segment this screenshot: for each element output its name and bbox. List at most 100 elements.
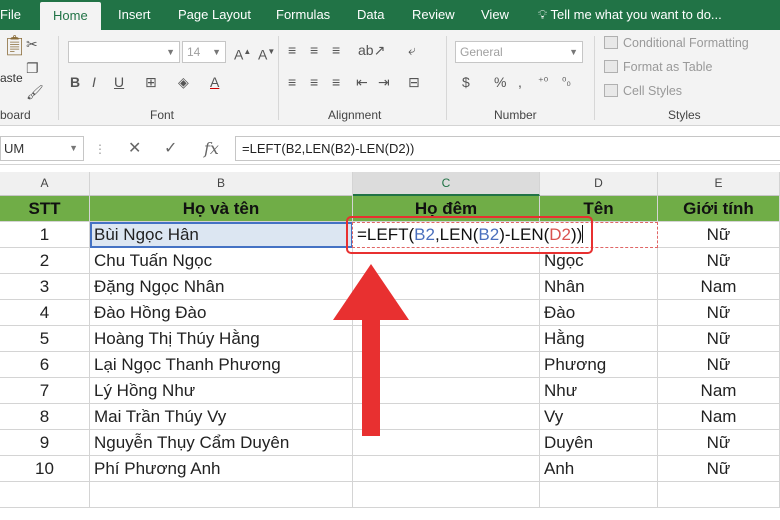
- cell-stt[interactable]: 5: [0, 326, 90, 352]
- enter-icon[interactable]: ✓: [164, 140, 177, 158]
- cell-ten[interactable]: Nhân: [540, 274, 658, 300]
- cell-ho-va-ten[interactable]: Đặng Ngọc Nhân: [90, 274, 353, 300]
- cell-gioi-tinh[interactable]: Nữ: [658, 352, 780, 378]
- insert-function-icon[interactable]: fx: [204, 140, 219, 158]
- merge-center-icon[interactable]: ⊟: [408, 74, 420, 90]
- decrease-indent-icon[interactable]: ⇤: [356, 74, 368, 90]
- align-middle-icon[interactable]: ≡: [310, 42, 318, 58]
- font-color-icon[interactable]: A: [210, 74, 219, 90]
- column-header-a[interactable]: A: [0, 172, 90, 196]
- cell-ten[interactable]: Anh: [540, 456, 658, 482]
- column-header-d[interactable]: D: [540, 172, 658, 196]
- cell-stt[interactable]: 9: [0, 430, 90, 456]
- percent-icon[interactable]: %: [494, 74, 506, 90]
- format-painter-icon[interactable]: 🖌︎: [26, 84, 44, 100]
- paste-icon[interactable]: 📋︎: [2, 36, 27, 56]
- cell-ho-va-ten[interactable]: Mai Trần Thúy Vy: [90, 404, 353, 430]
- cell-stt[interactable]: 2: [0, 248, 90, 274]
- align-right-icon[interactable]: ≡: [332, 74, 340, 90]
- cell-stt[interactable]: 7: [0, 378, 90, 404]
- cell-ho-dem[interactable]: [353, 456, 540, 482]
- column-header-b[interactable]: B: [90, 172, 353, 196]
- column-header-c[interactable]: C: [353, 172, 540, 196]
- borders-icon[interactable]: ⊞: [145, 74, 157, 90]
- cut-icon[interactable]: ✂: [26, 36, 38, 52]
- cell-ten[interactable]: Đào: [540, 300, 658, 326]
- cell-ten[interactable]: Hằng: [540, 326, 658, 352]
- cell-gioi-tinh[interactable]: Nữ: [658, 430, 780, 456]
- cell-ho-va-ten[interactable]: Phí Phương Anh: [90, 456, 353, 482]
- empty-cell[interactable]: [540, 482, 658, 508]
- empty-cell[interactable]: [0, 482, 90, 508]
- align-center-icon[interactable]: ≡: [310, 74, 318, 90]
- cell-ho-va-ten[interactable]: Đào Hồng Đào: [90, 300, 353, 326]
- currency-icon[interactable]: $: [462, 74, 470, 90]
- wrap-text-icon[interactable]: ⤶: [408, 42, 416, 58]
- shrink-font-icon[interactable]: A▼: [258, 44, 275, 63]
- cell-ho-va-ten[interactable]: Lý Hồng Như: [90, 378, 353, 404]
- cell-gioi-tinh[interactable]: Nam: [658, 404, 780, 430]
- cell-gioi-tinh[interactable]: Nữ: [658, 222, 780, 248]
- decrease-decimal-icon[interactable]: ⁰₀: [562, 74, 571, 90]
- align-left-icon[interactable]: ≡: [288, 74, 296, 90]
- tab-review[interactable]: Review: [412, 0, 455, 30]
- cell-ho-va-ten[interactable]: Nguyễn Thụy Cẩm Duyên: [90, 430, 353, 456]
- cell-ho-va-ten[interactable]: Hoàng Thị Thúy Hằng: [90, 326, 353, 352]
- cell-gioi-tinh[interactable]: Nữ: [658, 248, 780, 274]
- formula-input[interactable]: =LEFT(B2,LEN(B2)-LEN(D2)): [235, 136, 780, 161]
- cell-ten[interactable]: Phương: [540, 352, 658, 378]
- tab-home[interactable]: Home: [40, 2, 101, 30]
- cell-gioi-tinh[interactable]: Nam: [658, 378, 780, 404]
- cell-ten[interactable]: Duyên: [540, 430, 658, 456]
- tab-file[interactable]: File: [0, 0, 21, 30]
- cell-ho-va-ten[interactable]: Lại Ngọc Thanh Phương: [90, 352, 353, 378]
- cell-ho-va-ten[interactable]: Chu Tuấn Ngọc: [90, 248, 353, 274]
- cell-stt[interactable]: 6: [0, 352, 90, 378]
- font-name-combo[interactable]: ▼: [68, 41, 180, 63]
- increase-decimal-icon[interactable]: ⁺⁰: [538, 74, 548, 90]
- tab-insert[interactable]: Insert: [118, 0, 151, 30]
- tab-page-layout[interactable]: Page Layout: [178, 0, 251, 30]
- format-as-table-button[interactable]: Format as Table: [604, 58, 712, 76]
- empty-cell[interactable]: [90, 482, 353, 508]
- tab-view[interactable]: View: [481, 0, 509, 30]
- tab-formulas[interactable]: Formulas: [276, 0, 330, 30]
- align-top-icon[interactable]: ≡: [288, 42, 296, 58]
- header-stt[interactable]: STT: [0, 196, 90, 222]
- header-gioi-tinh[interactable]: Giới tính: [658, 196, 780, 222]
- tab-data[interactable]: Data: [357, 0, 384, 30]
- drag-handle-icon[interactable]: ⋮: [94, 140, 106, 158]
- cell-stt[interactable]: 8: [0, 404, 90, 430]
- copy-icon[interactable]: ❐: [26, 60, 39, 76]
- paste-label[interactable]: aste: [0, 70, 23, 86]
- align-bottom-icon[interactable]: ≡: [332, 42, 340, 58]
- cell-stt[interactable]: 1: [0, 222, 90, 248]
- comma-style-icon[interactable]: ,: [518, 74, 522, 90]
- cell-ho-va-ten[interactable]: Bùi Ngọc Hân: [90, 222, 353, 248]
- underline-icon[interactable]: U: [114, 74, 124, 90]
- fill-color-icon[interactable]: ◈: [178, 74, 189, 90]
- cell-styles-button[interactable]: Cell Styles: [604, 82, 682, 100]
- tell-me-box[interactable]: 💡︎ Tell me what you want to do...: [538, 0, 722, 30]
- cell-gioi-tinh[interactable]: Nữ: [658, 300, 780, 326]
- cell-stt[interactable]: 10: [0, 456, 90, 482]
- font-size-combo[interactable]: 14 ▼: [182, 41, 226, 63]
- italic-icon[interactable]: I: [92, 74, 96, 90]
- conditional-formatting-button[interactable]: Conditional Formatting: [604, 34, 749, 52]
- increase-indent-icon[interactable]: ⇥: [378, 74, 390, 90]
- empty-cell[interactable]: [353, 482, 540, 508]
- cell-ten[interactable]: Như: [540, 378, 658, 404]
- cell-stt[interactable]: 4: [0, 300, 90, 326]
- empty-cell[interactable]: [658, 482, 780, 508]
- name-box[interactable]: UM ▼: [0, 136, 84, 161]
- cell-gioi-tinh[interactable]: Nữ: [658, 326, 780, 352]
- cell-ten[interactable]: Vy: [540, 404, 658, 430]
- orientation-icon[interactable]: ab↗: [358, 42, 385, 58]
- cell-gioi-tinh[interactable]: Nam: [658, 274, 780, 300]
- cancel-icon[interactable]: ✕: [128, 140, 141, 158]
- grow-font-icon[interactable]: A▲: [234, 44, 251, 63]
- column-header-e[interactable]: E: [658, 172, 780, 196]
- header-ho-va-ten[interactable]: Họ và tên: [90, 196, 353, 222]
- number-format-combo[interactable]: General ▼: [455, 41, 583, 63]
- bold-icon[interactable]: B: [70, 74, 80, 90]
